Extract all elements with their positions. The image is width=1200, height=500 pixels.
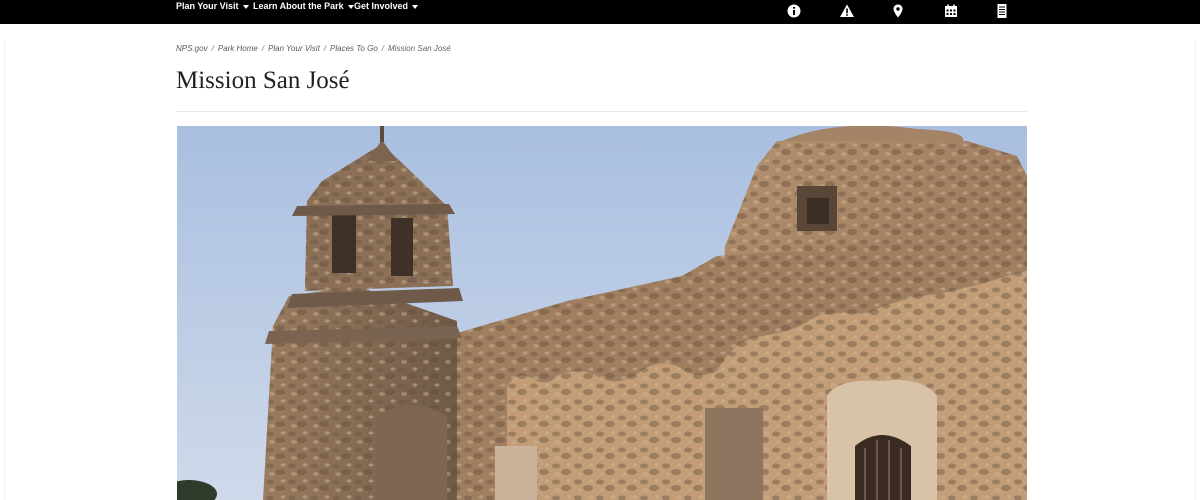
page-title: Mission San José xyxy=(176,67,350,94)
breadcrumb-separator: / xyxy=(211,44,214,53)
top-navigation-bar: Plan Your Visit Learn About the Park Get… xyxy=(0,0,1200,24)
breadcrumb-link-park-home[interactable]: Park Home xyxy=(218,44,258,53)
hero-image xyxy=(177,126,1027,500)
breadcrumb-link-nps[interactable]: NPS.gov xyxy=(176,44,208,53)
title-divider xyxy=(176,111,1027,112)
breadcrumb-link-places-to-go[interactable]: Places To Go xyxy=(330,44,378,53)
nav-get-involved-label: Get Involved xyxy=(354,1,409,11)
nav-plan-your-visit[interactable]: Plan Your Visit xyxy=(176,0,249,12)
chevron-down-icon xyxy=(242,4,249,9)
breadcrumb-separator: / xyxy=(261,44,265,53)
map-pin-icon[interactable] xyxy=(890,3,906,19)
breadcrumb-current-page: Mission San José xyxy=(388,44,451,53)
nav-learn-about-the-park[interactable]: Learn About the Park xyxy=(253,0,354,12)
mission-photo-illustration xyxy=(177,126,1027,500)
chevron-down-icon xyxy=(412,4,419,9)
left-edge-shadow xyxy=(4,40,5,500)
document-icon[interactable] xyxy=(994,3,1010,19)
info-icon[interactable] xyxy=(786,3,802,19)
calendar-icon[interactable] xyxy=(943,3,959,19)
alert-icon[interactable] xyxy=(839,3,855,19)
nav-plan-your-visit-label: Plan Your Visit xyxy=(176,1,239,11)
nav-learn-about-the-park-label: Learn About the Park xyxy=(253,1,344,11)
nav-get-involved[interactable]: Get Involved xyxy=(354,0,419,12)
breadcrumb-separator: / xyxy=(323,44,327,53)
breadcrumb-separator: / xyxy=(381,44,385,53)
chevron-down-icon xyxy=(347,4,354,9)
right-edge-shadow xyxy=(1195,40,1196,500)
breadcrumb: NPS.gov / Park Home / Plan Your Visit / Places… xyxy=(176,44,451,56)
breadcrumb-link-plan-your-visit[interactable]: Plan Your Visit xyxy=(268,44,320,53)
